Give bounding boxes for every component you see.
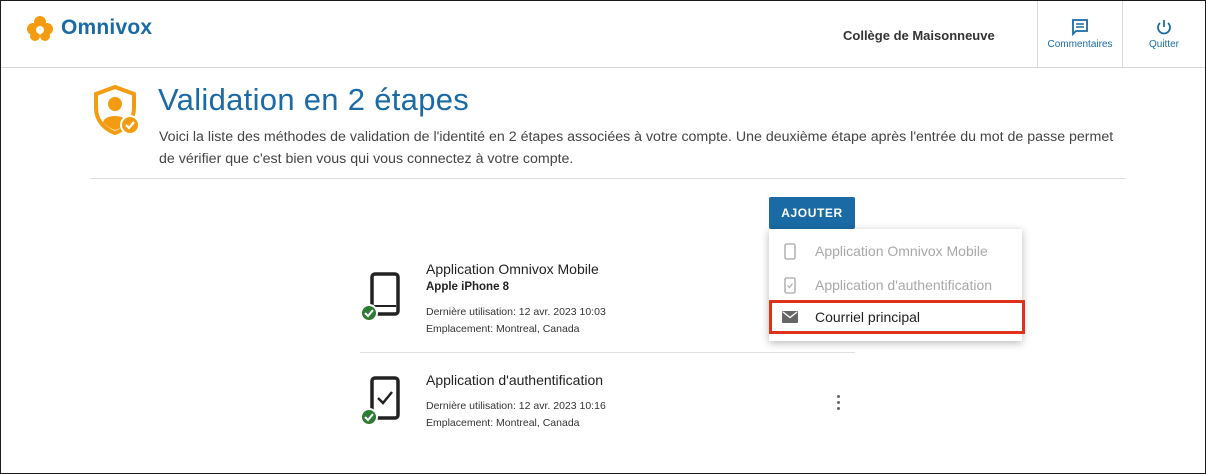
dropdown-item-primary-email[interactable]: Courriel principal	[769, 300, 1025, 334]
comments-label: Commentaires	[1047, 39, 1113, 50]
phone-icon	[360, 272, 400, 322]
flower-icon	[27, 16, 53, 41]
dropdown-item-label: Courriel principal	[815, 309, 921, 325]
method-device: Apple iPhone 8	[426, 281, 510, 293]
phone-check-icon	[782, 276, 798, 294]
dropdown-item-label: Application Omnivox Mobile	[815, 243, 988, 259]
shield-user-icon	[94, 84, 140, 136]
more-options-icon[interactable]	[830, 392, 846, 412]
college-name: Collège de Maisonneuve	[843, 28, 995, 43]
method-meta: Dernière utilisation: 12 avr. 2023 10:16…	[426, 398, 606, 432]
method-name: Application Omnivox Mobile	[426, 261, 599, 277]
page-description: Voici la liste des méthodes de validatio…	[159, 129, 1114, 167]
method-location: Emplacement: Montreal, Canada	[426, 323, 580, 335]
brand-name: Omnivox	[61, 16, 153, 39]
phone-icon	[782, 242, 798, 260]
method-name: Application d'authentification	[426, 372, 604, 388]
title-divider	[90, 178, 1126, 179]
phone-check-icon	[360, 376, 400, 426]
comment-icon	[1072, 19, 1088, 36]
method-meta: Dernière utilisation: 12 avr. 2023 10:03…	[426, 304, 606, 338]
top-header: Omnivox Collège de Maisonneuve Commentai…	[1, 1, 1205, 68]
method-last-used: Dernière utilisation: 12 avr. 2023 10:16	[426, 400, 606, 412]
dropdown-item-authenticator[interactable]: Application d'authentification	[769, 268, 1022, 302]
quit-button[interactable]: Quitter	[1122, 1, 1206, 67]
comments-button[interactable]: Commentaires	[1037, 1, 1123, 67]
method-item-authenticator: Application d'authentification Dernière …	[360, 356, 855, 456]
add-button[interactable]: AJOUTER	[769, 197, 855, 229]
dropdown-item-omnivox-mobile[interactable]: Application Omnivox Mobile	[769, 234, 1022, 268]
method-location: Emplacement: Montreal, Canada	[426, 417, 580, 429]
dropdown-item-label: Application d'authentification	[815, 277, 993, 293]
power-icon	[1157, 20, 1171, 35]
page-title: Validation en 2 étapes	[158, 82, 470, 117]
quit-label: Quitter	[1148, 39, 1179, 50]
method-last-used: Dernière utilisation: 12 avr. 2023 10:03	[426, 306, 606, 318]
omnivox-logo[interactable]: Omnivox	[25, 15, 152, 41]
add-method-dropdown: Application Omnivox Mobile Application d…	[769, 229, 1025, 341]
envelope-icon	[782, 311, 798, 323]
